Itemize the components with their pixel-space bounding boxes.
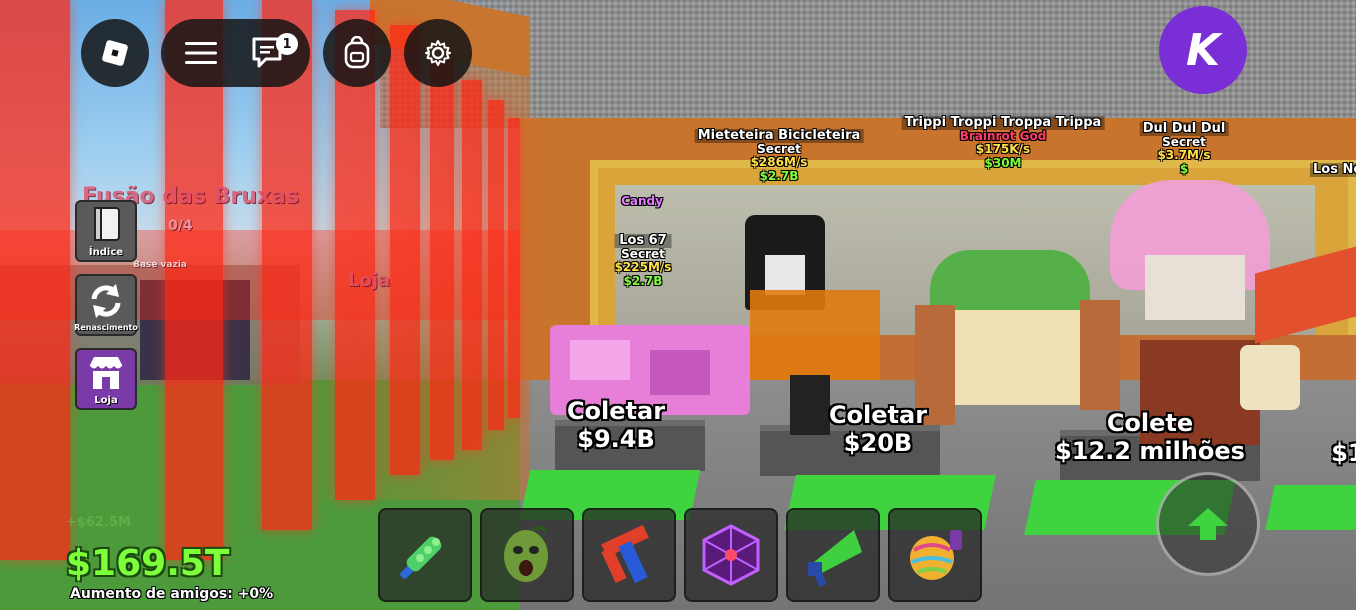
jump-button[interactable] bbox=[1156, 472, 1260, 576]
k-logo-icon: K bbox=[1185, 24, 1221, 76]
shop-icon bbox=[89, 357, 123, 389]
backpack-button[interactable] bbox=[323, 19, 391, 87]
brainrot-label-dul-dul-dul: Dul Dul Dul Secret $3.7M/s $ bbox=[1139, 121, 1229, 176]
brainrot-label-mieteteira: Mieteteira Bicicleteira Secret $286M/s $… bbox=[694, 128, 864, 183]
megaphone-icon bbox=[808, 530, 862, 587]
hotbar-slot-1[interactable] bbox=[378, 508, 472, 602]
brainrot-label-trippi: Trippi Troppi Troppa Trippa Brainrot God… bbox=[901, 115, 1105, 170]
hamburger-menu-button[interactable] bbox=[175, 30, 227, 76]
hotbar-slot-5[interactable] bbox=[786, 508, 880, 602]
rebirth-icon bbox=[91, 284, 121, 318]
loja-sign: Loja bbox=[348, 270, 391, 291]
base-sign: Base vazia bbox=[133, 260, 187, 270]
friends-boost: Aumento de amigos: +0% bbox=[70, 586, 274, 602]
shop-button[interactable]: Loja bbox=[75, 348, 137, 410]
collect-pad[interactable] bbox=[1265, 485, 1356, 530]
brainrot-label-los-67: Los 67 Secret $225M/s $2.7B bbox=[614, 233, 672, 288]
hotbar-slot-4[interactable] bbox=[684, 508, 778, 602]
game-viewport[interactable] bbox=[0, 0, 1356, 610]
green-bat-icon bbox=[400, 536, 442, 579]
roblox-logo-icon bbox=[102, 40, 128, 66]
chat-unread-badge: 1 bbox=[276, 33, 298, 55]
cage-cube-icon bbox=[702, 524, 760, 586]
collect-label: Coletar $20B bbox=[828, 401, 928, 457]
event-progress: 0/4 bbox=[168, 218, 193, 234]
backpack-icon bbox=[344, 36, 370, 69]
hotbar-slot-3[interactable] bbox=[582, 508, 676, 602]
money-gain-popup: +$62.5M bbox=[66, 515, 131, 530]
settings-button[interactable] bbox=[404, 19, 472, 87]
gear-icon bbox=[425, 40, 451, 66]
zombie-head-icon bbox=[504, 525, 548, 582]
index-button[interactable]: Índice bbox=[75, 200, 137, 262]
brainrot-label-los-nooo: Los Nooo M $1 bbox=[1310, 162, 1356, 190]
hamburger-icon bbox=[185, 42, 217, 64]
collect-label: $1 bbox=[1331, 439, 1356, 467]
book-icon bbox=[94, 207, 120, 241]
rebirth-button[interactable]: Renascimento bbox=[74, 274, 138, 336]
disco-ball-icon bbox=[910, 530, 962, 580]
hotbar-slot-6[interactable] bbox=[888, 508, 982, 602]
hotbar-slot-2[interactable] bbox=[480, 508, 574, 602]
up-arrow-icon bbox=[1188, 508, 1228, 540]
red-blue-blaster-icon bbox=[601, 524, 649, 584]
money-counter: $169.5T bbox=[66, 543, 230, 584]
collect-label: Coletar $9.4B bbox=[566, 397, 666, 453]
app-logo-button[interactable]: K bbox=[1159, 6, 1247, 94]
roblox-menu-button[interactable] bbox=[81, 19, 149, 87]
collect-label: Colete $12.2 milhões bbox=[1055, 409, 1245, 465]
brainrot-label-candy: Candy bbox=[621, 194, 663, 208]
